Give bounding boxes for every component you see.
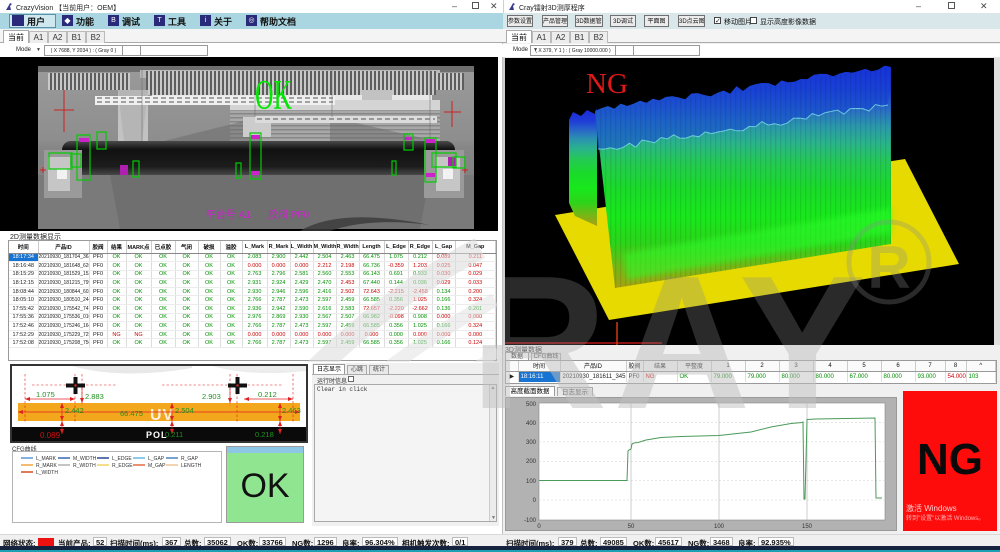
svg-text:400: 400 <box>526 421 537 427</box>
svg-text:2.504: 2.504 <box>175 406 194 415</box>
svg-text:L_EDGE: L_EDGE <box>112 456 132 462</box>
svg-text:平台号:A1: 平台号:A1 <box>206 208 251 221</box>
svg-text:2.463: 2.463 <box>282 406 301 415</box>
svg-text:1.075: 1.075 <box>36 390 55 399</box>
svg-text:50: 50 <box>628 524 635 530</box>
svg-text:M_GAP: M_GAP <box>148 463 166 469</box>
svg-text:L_WIDTH: L_WIDTH <box>36 470 58 476</box>
svg-text:0.218: 0.218 <box>255 430 274 439</box>
svg-text:OK: OK <box>255 73 292 119</box>
svg-text:100: 100 <box>526 479 537 485</box>
svg-text:0: 0 <box>533 498 537 504</box>
svg-text:R_WIDTH: R_WIDTH <box>73 463 96 469</box>
svg-text:2.883: 2.883 <box>85 392 104 401</box>
svg-text:100: 100 <box>714 524 725 530</box>
svg-text:66.475: 66.475 <box>120 409 143 418</box>
svg-text:200: 200 <box>526 459 537 465</box>
svg-text:L_GAP: L_GAP <box>148 456 165 462</box>
svg-text:-100: -100 <box>524 518 537 524</box>
svg-text:0.212: 0.212 <box>258 390 277 399</box>
svg-text:0.089: 0.089 <box>40 431 61 440</box>
svg-text:L_MARK: L_MARK <box>36 456 57 462</box>
svg-text:500: 500 <box>526 402 537 408</box>
svg-text:R_MARK: R_MARK <box>36 463 58 469</box>
svg-text:UV: UV <box>150 407 174 424</box>
svg-text:2.903: 2.903 <box>202 392 221 401</box>
svg-text:胶阀:PF0: 胶阀:PF0 <box>268 208 310 221</box>
svg-text:M_WIDTH: M_WIDTH <box>73 456 97 462</box>
svg-text:LENGTH: LENGTH <box>181 463 202 469</box>
svg-text:300: 300 <box>526 440 537 446</box>
svg-text:R_GAP: R_GAP <box>181 456 199 462</box>
svg-text:2.442: 2.442 <box>65 406 84 415</box>
svg-text:0: 0 <box>537 524 541 530</box>
svg-text:150: 150 <box>802 524 813 530</box>
svg-text:NG: NG <box>586 68 628 100</box>
svg-text:R_EDGE: R_EDGE <box>112 463 133 469</box>
svg-text:0.211: 0.211 <box>165 430 183 439</box>
